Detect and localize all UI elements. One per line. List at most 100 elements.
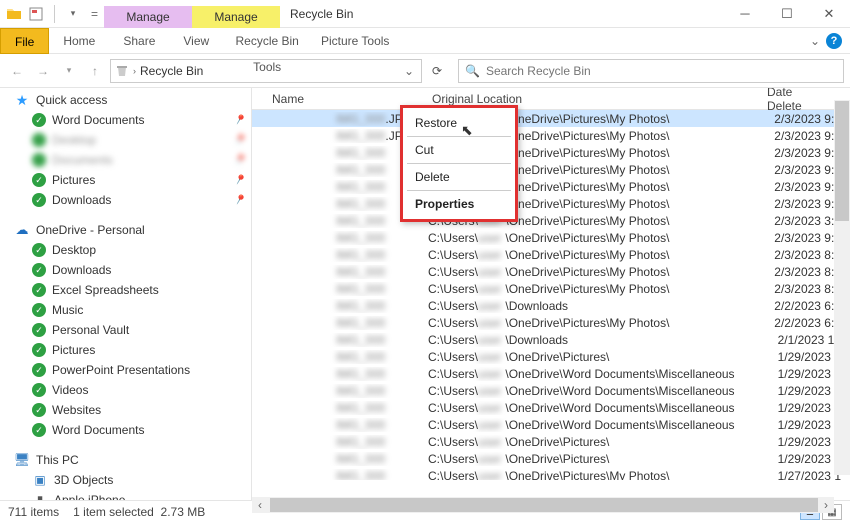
table-row[interactable]: IMG_000C:\Users\user\OneDrive\Pictures\M…	[252, 195, 850, 212]
sidebar-item[interactable]: ✓Pictures📍	[0, 170, 251, 190]
synced-icon: ✓	[32, 403, 46, 417]
pc-icon: 🖥	[14, 452, 30, 468]
search-input[interactable]	[486, 64, 837, 78]
table-row[interactable]: IMG_000.JPGC:\Users\user\OneDrive\Pictur…	[252, 127, 850, 144]
table-row[interactable]: IMG_000C:\Users\user\OneDrive\Word Docum…	[252, 365, 850, 382]
sidebar-item[interactable]: ✓Videos	[0, 380, 251, 400]
context-menu-properties[interactable]: Properties	[403, 193, 515, 215]
nav-recent-dropdown[interactable]: ▾	[58, 60, 80, 82]
nav-back-button[interactable]: ←	[6, 60, 28, 82]
ribbon-tab-share[interactable]: Share	[109, 28, 169, 54]
ribbon-tab-recyclebin-tools[interactable]: Recycle Bin Tools	[223, 28, 311, 54]
synced-icon: ✓	[32, 133, 46, 147]
search-box[interactable]: 🔍	[458, 59, 844, 83]
sidebar-item[interactable]: ✓Desktop	[0, 240, 251, 260]
search-icon: 🔍	[465, 64, 480, 78]
vertical-scrollbar[interactable]	[834, 100, 850, 475]
pin-icon: 📍	[231, 172, 247, 188]
properties-icon[interactable]	[28, 6, 44, 22]
context-tab-picture[interactable]: Manage	[104, 6, 192, 28]
sidebar-item[interactable]: ✓Excel Spreadsheets	[0, 280, 251, 300]
close-button[interactable]: ✕	[808, 0, 850, 28]
synced-icon: ✓	[32, 423, 46, 437]
table-row[interactable]: IMG_000C:\Users\user\OneDrive\Word Docum…	[252, 416, 850, 433]
pin-icon: 📍	[231, 112, 247, 128]
minimize-button[interactable]: ─	[724, 0, 766, 28]
qat-dropdown-icon[interactable]: ▾	[65, 6, 81, 22]
scroll-right-icon[interactable]: ›	[818, 497, 834, 513]
context-menu-delete[interactable]: Delete	[403, 166, 515, 188]
table-row[interactable]: IMG_000C:\Users\user\OneDrive\Pictures\M…	[252, 161, 850, 178]
sidebar-onedrive[interactable]: ☁ OneDrive - Personal	[0, 220, 251, 240]
sidebar-item[interactable]: ▣3D Objects	[0, 470, 251, 490]
synced-icon: ✓	[32, 283, 46, 297]
synced-icon: ✓	[32, 343, 46, 357]
table-row[interactable]: IMG_000C:\Users\user\Downloads2/2/2023 6…	[252, 297, 850, 314]
maximize-button[interactable]: ☐	[766, 0, 808, 28]
table-row[interactable]: IMG_000C:\Users\user\OneDrive\Pictures\M…	[252, 467, 850, 480]
sidebar-item[interactable]: ✓Word Documents	[0, 420, 251, 440]
horizontal-scrollbar[interactable]: ‹ ›	[252, 497, 834, 513]
table-row[interactable]: IMG_000C:\Users\user\OneDrive\Pictures\M…	[252, 229, 850, 246]
table-row[interactable]: IMG_000.JPGC:\Users\user\OneDrive\Pictur…	[252, 110, 850, 127]
table-row[interactable]: IMG_000C:\Users\user\OneDrive\Pictures\M…	[252, 178, 850, 195]
sidebar-this-pc[interactable]: 🖥 This PC	[0, 450, 251, 470]
cube-icon: ▣	[32, 472, 48, 488]
nav-forward-button[interactable]: →	[32, 60, 54, 82]
table-row[interactable]: IMG_000C:\Users\user\OneDrive\Pictures\M…	[252, 246, 850, 263]
status-item-count: 711 items	[8, 505, 59, 519]
table-row[interactable]: IMG_000C:\Users\user\OneDrive\Pictures\M…	[252, 212, 850, 229]
synced-icon: ✓	[32, 193, 46, 207]
column-header-name[interactable]: Name	[252, 92, 432, 106]
sidebar-item[interactable]: ✓Personal Vault	[0, 320, 251, 340]
sidebar-item[interactable]: ✓Pictures	[0, 340, 251, 360]
context-menu-restore[interactable]: Restore	[403, 112, 515, 134]
nav-up-button[interactable]: ↑	[84, 60, 106, 82]
sidebar-item[interactable]: ✓Downloads📍	[0, 190, 251, 210]
column-header-location[interactable]: Original Location	[432, 92, 767, 106]
help-icon[interactable]: ?	[826, 33, 842, 49]
synced-icon: ✓	[32, 263, 46, 277]
chevron-right-icon[interactable]: ›	[133, 66, 136, 76]
table-row[interactable]: IMG_000C:\Users\user\OneDrive\Word Docum…	[252, 399, 850, 416]
sidebar-item[interactable]: ✓Documents📍	[0, 150, 251, 170]
ribbon-chevron-icon[interactable]: ⌄	[810, 34, 820, 48]
ribbon-tab-home[interactable]: Home	[49, 28, 109, 54]
sidebar-item[interactable]: ✓Downloads	[0, 260, 251, 280]
table-row[interactable]: IMG_000C:\Users\user\OneDrive\Pictures\M…	[252, 314, 850, 331]
sidebar-quick-access[interactable]: ★ Quick access	[0, 90, 251, 110]
address-bar[interactable]: › Recycle Bin ⌄	[110, 59, 422, 83]
context-menu-cut[interactable]: Cut	[403, 139, 515, 161]
sidebar-item[interactable]: ▮Apple iPhone	[0, 490, 251, 500]
pin-icon: 📍	[231, 132, 247, 148]
ribbon-tab-picture-tools[interactable]: Picture Tools	[311, 28, 399, 54]
phone-icon: ▮	[32, 492, 48, 500]
ribbon-file[interactable]: File	[0, 28, 49, 54]
context-tab-recycle[interactable]: Manage	[192, 6, 280, 28]
sidebar-item[interactable]: ✓PowerPoint Presentations	[0, 360, 251, 380]
sidebar-item[interactable]: ✓Music	[0, 300, 251, 320]
ribbon-tab-view[interactable]: View	[169, 28, 223, 54]
table-row[interactable]: IMG_000C:\Users\user\OneDrive\Pictures\M…	[252, 144, 850, 161]
sidebar-item[interactable]: ✓Websites	[0, 400, 251, 420]
table-row[interactable]: IMG_000C:\Users\user\OneDrive\Word Docum…	[252, 382, 850, 399]
synced-icon: ✓	[32, 303, 46, 317]
address-dropdown-icon[interactable]: ⌄	[401, 64, 417, 78]
refresh-button[interactable]: ⟳	[426, 60, 448, 82]
column-header-date[interactable]: Date Delete	[767, 88, 827, 113]
folder-icon	[6, 6, 22, 22]
table-row[interactable]: IMG_000C:\Users\user\OneDrive\Pictures\1…	[252, 348, 850, 365]
pin-icon: 📍	[231, 192, 247, 208]
sidebar-item[interactable]: ✓Word Documents📍	[0, 110, 251, 130]
table-row[interactable]: IMG_000C:\Users\user\Downloads2/1/2023 1…	[252, 331, 850, 348]
table-row[interactable]: IMG_000C:\Users\user\OneDrive\Pictures\1…	[252, 450, 850, 467]
address-location[interactable]: Recycle Bin	[140, 64, 203, 78]
table-row[interactable]: IMG_000C:\Users\user\OneDrive\Pictures\M…	[252, 263, 850, 280]
table-row[interactable]: IMG_000C:\Users\user\OneDrive\Pictures\1…	[252, 433, 850, 450]
window-title: Recycle Bin	[290, 7, 353, 21]
star-icon: ★	[14, 92, 30, 108]
recycle-bin-icon	[115, 64, 129, 78]
sidebar-item[interactable]: ✓Desktop📍	[0, 130, 251, 150]
scroll-left-icon[interactable]: ‹	[252, 497, 268, 513]
table-row[interactable]: IMG_000C:\Users\user\OneDrive\Pictures\M…	[252, 280, 850, 297]
